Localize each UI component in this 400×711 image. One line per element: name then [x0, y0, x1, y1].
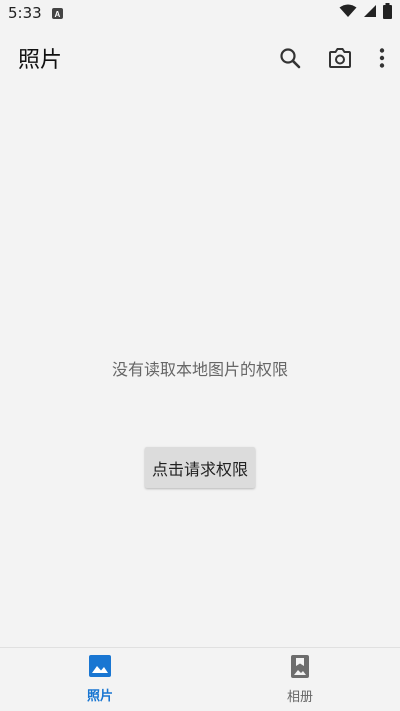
status-time: 5:33	[8, 4, 42, 22]
app-bar-actions	[278, 46, 386, 70]
nav-item-albums-label: 相册	[286, 689, 313, 705]
status-left: 5:33 A	[8, 4, 63, 22]
nav-item-photos[interactable]: 照片	[0, 648, 200, 711]
a-icon: A	[51, 7, 63, 19]
status-bar: 5:33 A	[0, 0, 400, 26]
more-vert-icon[interactable]	[378, 47, 386, 69]
svg-text:A: A	[54, 10, 60, 18]
nav-item-photos-label: 照片	[86, 689, 113, 704]
wifi-icon	[339, 4, 357, 22]
album-icon	[291, 654, 309, 682]
image-icon	[89, 655, 111, 681]
page-title: 照片	[18, 48, 63, 73]
camera-icon[interactable]	[328, 47, 352, 69]
nav-item-albums[interactable]: 相册	[200, 648, 400, 711]
search-icon[interactable]	[278, 46, 302, 70]
battery-icon	[383, 3, 392, 23]
bottom-navigation: 照片 相册	[0, 647, 400, 711]
app-bar: 照片	[0, 28, 400, 88]
status-right	[339, 3, 392, 23]
signal-icon	[363, 4, 377, 22]
no-permission-message: 没有读取本地图片的权限	[111, 360, 288, 379]
request-permission-button[interactable]: 点击请求权限	[145, 447, 255, 488]
